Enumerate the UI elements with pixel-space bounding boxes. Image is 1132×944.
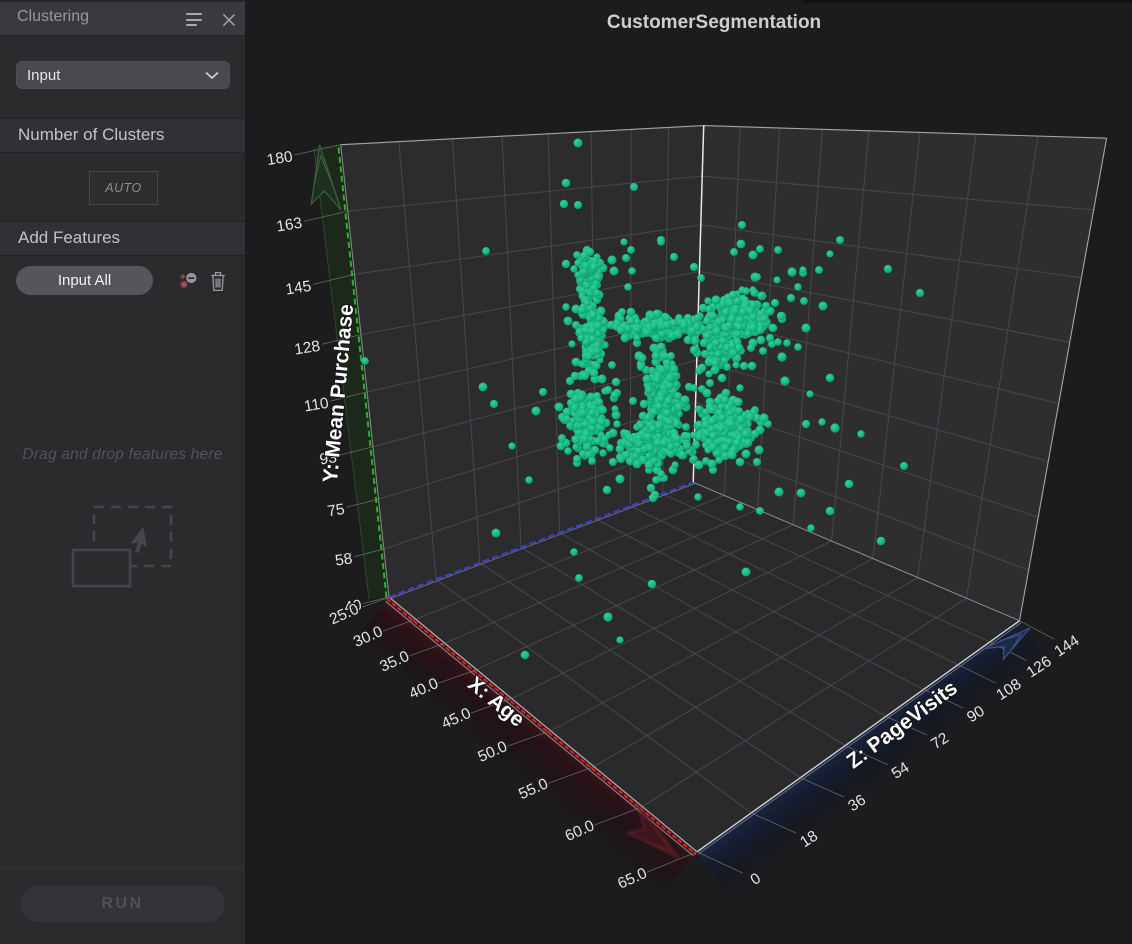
svg-text:58: 58 (334, 550, 354, 569)
svg-text:CustomerSegmentation: CustomerSegmentation (607, 12, 821, 33)
svg-text:75: 75 (326, 501, 346, 520)
